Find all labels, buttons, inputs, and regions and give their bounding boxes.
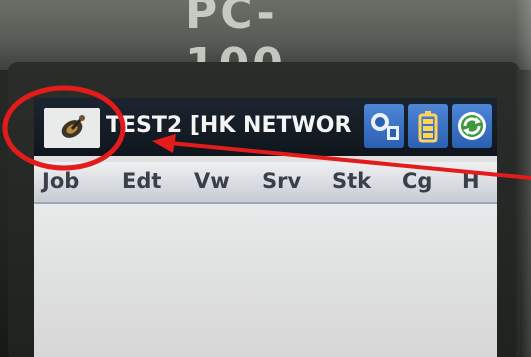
- gps-rover-icon[interactable]: [364, 104, 404, 148]
- job-title: TEST2 [HK NETWOR: [106, 113, 352, 138]
- device-photo: PC-100 TEST2 [HK NETWOR: [0, 0, 531, 357]
- sync-icon[interactable]: [452, 104, 492, 148]
- menu-item-stakeout[interactable]: Stk: [332, 169, 371, 193]
- menu-bar: Job Edt Vw Srv Stk Cg H: [34, 162, 497, 204]
- main-content-area: [34, 204, 497, 357]
- battery-icon[interactable]: [408, 104, 448, 148]
- screen-glare: [515, 0, 531, 357]
- title-bar: TEST2 [HK NETWOR: [34, 98, 497, 156]
- device-screen: TEST2 [HK NETWOR Job Edt Vw Srv Stk Cg H: [34, 98, 497, 357]
- menu-item-help[interactable]: H: [462, 169, 480, 193]
- menu-item-edit[interactable]: Edt: [122, 169, 161, 193]
- menu-item-cogo[interactable]: Cg: [402, 169, 432, 193]
- device-casing-top: PC-100: [0, 0, 531, 90]
- menu-item-view[interactable]: Vw: [194, 169, 230, 193]
- menu-item-survey[interactable]: Srv: [262, 169, 301, 193]
- satellite-antenna-icon[interactable]: [44, 108, 100, 148]
- menu-item-job[interactable]: Job: [42, 169, 79, 193]
